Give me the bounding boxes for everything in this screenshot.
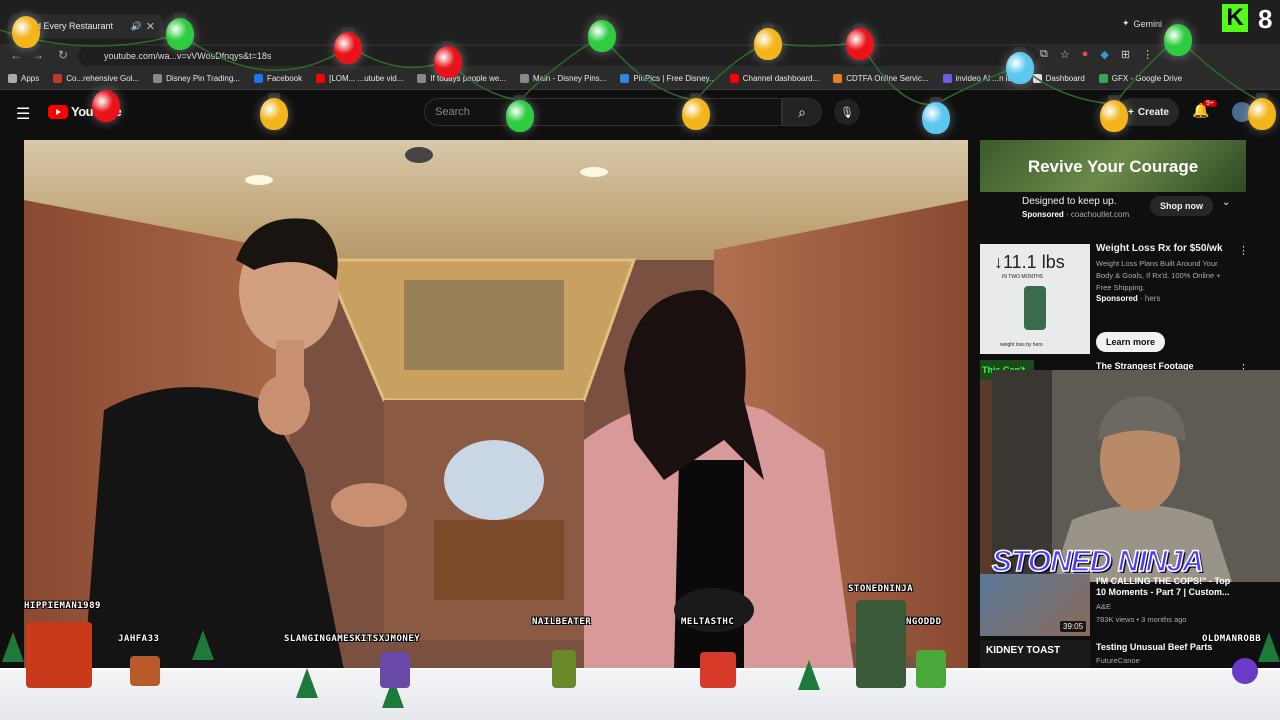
chatter-name: OLDMANROBB [1202,634,1262,644]
ad-description: Weight Loss Plans Built Around Your Body… [1096,259,1221,292]
chatter-name: NAILBEATER [532,617,592,627]
chatter-name: SLANGINGAMESKITSXJMONEY [284,634,421,644]
ad-banner-text: Revive Your Courage [1027,156,1199,176]
light-string [0,29,1263,106]
chatter-avatar-sprite [916,650,946,688]
video-thumbnail[interactable]: KIDNEY TOAST [980,640,1090,668]
chatter-name: NGODDD [906,617,942,627]
sponsored-label: Sponsored [1022,210,1064,219]
ad-banner[interactable]: Revive Your Courage [980,140,1246,192]
thumbnail-text: KIDNEY TOAST [986,645,1061,656]
shop-now-button[interactable]: Shop now [1150,196,1213,216]
chatter-avatar-sprite [552,650,576,688]
tree-icon [1258,632,1280,662]
chatter-avatar-sprite [700,652,736,688]
advertiser: hers [1144,294,1161,303]
video-thumbnail[interactable] [980,380,992,574]
snow-ground [0,668,1280,720]
ad-thumb-subline: IN TWO MONTHS [1002,274,1044,280]
channel-name[interactable]: FutureCanoe [1096,656,1140,665]
light-bulb-icon [1164,24,1192,56]
video-frame [24,140,968,670]
light-bulb-icon [260,98,288,130]
light-bulb-icon [92,90,120,122]
chevron-down-icon[interactable]: ⌄ [1222,197,1230,208]
chatter-avatar-sprite [26,622,92,688]
chatter-name: JAHFA33 [118,634,160,644]
chatter-name: MELTASTHC [681,617,735,627]
video-title[interactable]: I'M CALLING THE COPS!" - Top 10 Moments … [1096,576,1236,598]
ad-headline: Designed to keep up. [1022,196,1117,207]
light-bulb-icon [506,100,534,132]
light-bulb-icon [922,102,950,134]
more-options-icon[interactable]: ⋮ [1238,244,1249,257]
ad-sponsor-line: Sponsored · coachoutlet.com [1022,210,1129,219]
advertiser: coachoutlet.com [1070,210,1130,219]
light-bulb-icon [166,18,194,50]
tree-icon [192,630,214,660]
shop-now-label: Shop now [1160,201,1203,211]
sponsored-label: Sponsored [1096,294,1138,303]
ad-thumbnail[interactable]: ↓11.1 lbs IN TWO MONTHS weight loss by h… [980,244,1090,354]
chatter-avatar-sprite [380,652,410,688]
light-bulb-icon [334,32,362,64]
learn-more-button[interactable]: Learn more [1096,332,1166,352]
bottle-image [1024,286,1046,330]
chatter-avatar-sprite [130,656,160,686]
channel-name[interactable]: A&E [1096,602,1111,611]
ad-title[interactable]: Weight Loss Rx for $50/wk [1096,243,1223,254]
light-bulb-icon [1006,52,1034,84]
light-bulb-icon [434,46,462,78]
chatter-name: HIPPIEMAN1989 [24,601,101,611]
light-bulb-icon [1100,100,1128,132]
ad-thumb-brand: weight loss by hers [1000,342,1043,348]
learn-more-label: Learn more [1106,337,1156,347]
video-meta: 783K views • 3 months ago [1096,615,1187,624]
ad-thumb-headline: ↓11.1 lbs [994,252,1065,272]
tree-icon [2,632,24,662]
light-bulb-icon [1248,98,1276,130]
light-bulb-icon [588,20,616,52]
duration-badge: 39:05 [1060,621,1087,632]
tree-icon [798,660,820,690]
chatter-avatar-sprite [1232,658,1258,684]
ad-sponsor-line: Sponsored · hers [1096,294,1160,303]
chatter-name: STONEDNINJA [848,584,914,594]
light-bulb-icon [754,28,782,60]
video-player[interactable] [24,140,968,670]
tree-icon [296,668,318,698]
light-bulb-icon [12,16,40,48]
screen: I Tried Every Restaurant 🔊 ✕ ✦ Gemini K … [0,0,1280,720]
light-bulb-icon [846,28,874,60]
light-bulb-icon [682,98,710,130]
chatter-avatar-sprite [856,600,906,688]
